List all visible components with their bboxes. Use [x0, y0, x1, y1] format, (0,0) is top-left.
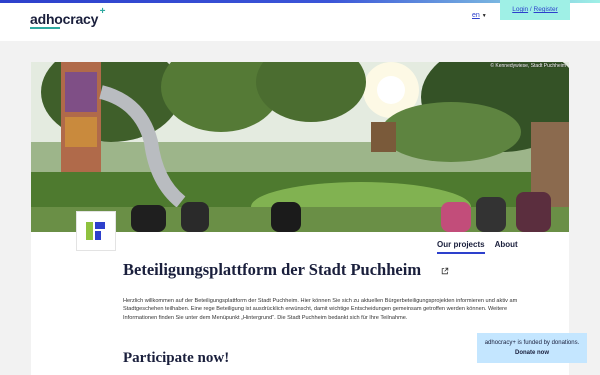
chevron-down-icon: ▼ [481, 13, 487, 19]
login-link[interactable]: Login [512, 6, 528, 13]
language-current: en [472, 12, 480, 19]
organisation-logo [76, 211, 116, 251]
donate-now-link[interactable]: Donate now [477, 348, 587, 358]
register-link[interactable]: Register [534, 6, 558, 13]
donation-text: adhocracy+ is funded by donations. [484, 340, 580, 346]
organisation-intro: Herzlich willkommen auf der Beteiligungs… [123, 298, 518, 321]
organisation-card: © Kennedywiese, Stadt Puchheim Our proje… [31, 62, 569, 375]
adhocracy-logo[interactable]: adhocracy + [30, 6, 105, 29]
tab-about[interactable]: About [495, 240, 518, 254]
tab-our-projects[interactable]: Our projects [437, 240, 485, 254]
donation-banner: adhocracy+ is funded by donations. Donat… [477, 333, 587, 363]
logo-underline [30, 27, 60, 29]
external-link-icon[interactable] [441, 267, 449, 275]
image-credit: © Kennedywiese, Stadt Puchheim [490, 63, 566, 69]
participate-heading: Participate now! [123, 350, 230, 366]
page-title: Beteiligungsplattform der Stadt Puchheim [123, 260, 422, 279]
hero-image: © Kennedywiese, Stadt Puchheim [31, 62, 569, 232]
park-photo [31, 62, 569, 232]
logo-text: adhocracy [30, 11, 99, 27]
organisation-tabs: Our projects About [437, 240, 518, 254]
login-register-box: Login / Register [500, 0, 570, 20]
language-switcher[interactable]: en ▼ [472, 12, 487, 19]
logo-plus: + [99, 6, 106, 17]
puchheim-logo-icon [86, 222, 105, 240]
